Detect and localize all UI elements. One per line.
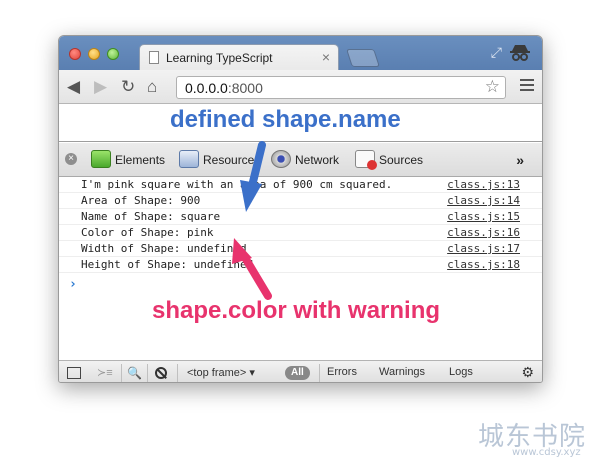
source-link[interactable]: class.js:16 xyxy=(447,225,520,241)
console-message: Color of Shape: pink xyxy=(81,226,214,239)
tab-title: Learning TypeScript xyxy=(166,51,273,65)
divider xyxy=(319,364,320,382)
devtools-status-bar: ≻≡ 🔍 <top frame> ▾ All Errors Warnings L… xyxy=(59,360,542,382)
clear-console-icon[interactable] xyxy=(155,367,167,379)
filter-logs-button[interactable]: Logs xyxy=(449,366,473,378)
fullscreen-icon[interactable]: ⤢ xyxy=(491,44,502,61)
source-link[interactable]: class.js:13 xyxy=(447,177,520,193)
devtools-tabbar: × Elements Resources Network Sources » xyxy=(59,143,542,177)
settings-gear-icon[interactable]: ⚙ xyxy=(521,364,534,381)
console-message: I'm pink square with an area of 900 cm s… xyxy=(81,178,393,191)
tab-elements[interactable]: Elements xyxy=(91,150,171,170)
divider xyxy=(121,364,122,382)
divider xyxy=(147,364,148,382)
annotation-defined-name: defined shape.name xyxy=(170,106,401,134)
console-row: I'm pink square with an area of 900 cm s… xyxy=(59,177,542,193)
tab-sources-label: Sources xyxy=(379,153,424,167)
browser-window: Learning TypeScript × ⤢ ◀ ▶ ↻ ⌂ 0.0.0.0:… xyxy=(58,35,543,383)
console-row: Name of Shape: square class.js:15 xyxy=(59,209,542,225)
divider xyxy=(177,364,178,382)
tab-network[interactable]: Network xyxy=(271,150,351,170)
new-tab-button[interactable] xyxy=(346,49,380,67)
zoom-window-button[interactable] xyxy=(107,48,119,60)
menu-icon[interactable] xyxy=(520,79,534,94)
devtools-close-icon[interactable]: × xyxy=(65,153,77,165)
tab-elements-label: Elements xyxy=(115,153,166,167)
forward-arrow-icon[interactable]: ▶ xyxy=(94,77,107,97)
source-link[interactable]: class.js:14 xyxy=(447,193,520,209)
tab-resources[interactable]: Resources xyxy=(179,150,269,170)
frame-selector[interactable]: <top frame> ▾ xyxy=(187,366,255,379)
filter-all-button[interactable]: All xyxy=(285,366,310,380)
source-link[interactable]: class.js:17 xyxy=(447,241,520,257)
back-arrow-icon[interactable]: ◀ xyxy=(67,77,80,97)
close-window-button[interactable] xyxy=(69,48,81,60)
browser-toolbar: ◀ ▶ ↻ ⌂ 0.0.0.0:8000 ☆ xyxy=(59,70,542,104)
tab-network-label: Network xyxy=(295,153,340,167)
source-link[interactable]: class.js:15 xyxy=(447,209,520,225)
console-message: Height of Shape: undefined xyxy=(81,258,254,271)
show-drawer-icon[interactable]: ≻≡ xyxy=(97,366,113,379)
dock-icon[interactable] xyxy=(67,367,81,379)
console-panel: I'm pink square with an area of 900 cm s… xyxy=(59,177,542,360)
browser-tab[interactable]: Learning TypeScript × xyxy=(139,44,339,71)
console-row: Height of Shape: undefined class.js:18 xyxy=(59,257,542,273)
console-message: Name of Shape: square xyxy=(81,210,221,223)
tab-sources[interactable]: Sources xyxy=(355,150,435,170)
source-link[interactable]: class.js:18 xyxy=(447,257,520,273)
tab-resources-label: Resources xyxy=(203,153,261,167)
console-message: Area of Shape: 900 xyxy=(81,194,201,207)
bookmark-star-icon[interactable]: ☆ xyxy=(485,77,500,97)
page-icon xyxy=(149,51,159,64)
filter-warnings-button[interactable]: Warnings xyxy=(379,366,425,378)
console-message: Width of Shape: undefined xyxy=(81,242,247,255)
incognito-icon xyxy=(510,45,530,61)
reload-icon[interactable]: ↻ xyxy=(121,77,135,97)
resources-icon xyxy=(179,150,199,168)
search-icon[interactable]: 🔍 xyxy=(127,366,142,380)
console-row: Width of Shape: undefined class.js:17 xyxy=(59,241,542,257)
sources-icon xyxy=(355,150,377,170)
network-icon xyxy=(271,150,291,168)
tab-close-icon[interactable]: × xyxy=(322,49,330,65)
console-prompt-icon[interactable]: › xyxy=(69,277,77,292)
tab-strip: Learning TypeScript × ⤢ xyxy=(59,36,542,71)
filter-errors-button[interactable]: Errors xyxy=(327,366,357,378)
address-bar[interactable]: 0.0.0.0:8000 ☆ xyxy=(176,76,506,99)
minimize-window-button[interactable] xyxy=(88,48,100,60)
url-text: 0.0.0.0:8000 xyxy=(185,80,263,96)
console-row: Color of Shape: pink class.js:16 xyxy=(59,225,542,241)
elements-icon xyxy=(91,150,111,168)
annotation-color-warning: shape.color with warning xyxy=(152,297,441,325)
more-tabs-icon[interactable]: » xyxy=(516,152,524,168)
console-row: Area of Shape: 900 class.js:14 xyxy=(59,193,542,209)
watermark-url: www.cdsy.xyz xyxy=(512,447,581,458)
home-icon[interactable]: ⌂ xyxy=(147,77,157,97)
